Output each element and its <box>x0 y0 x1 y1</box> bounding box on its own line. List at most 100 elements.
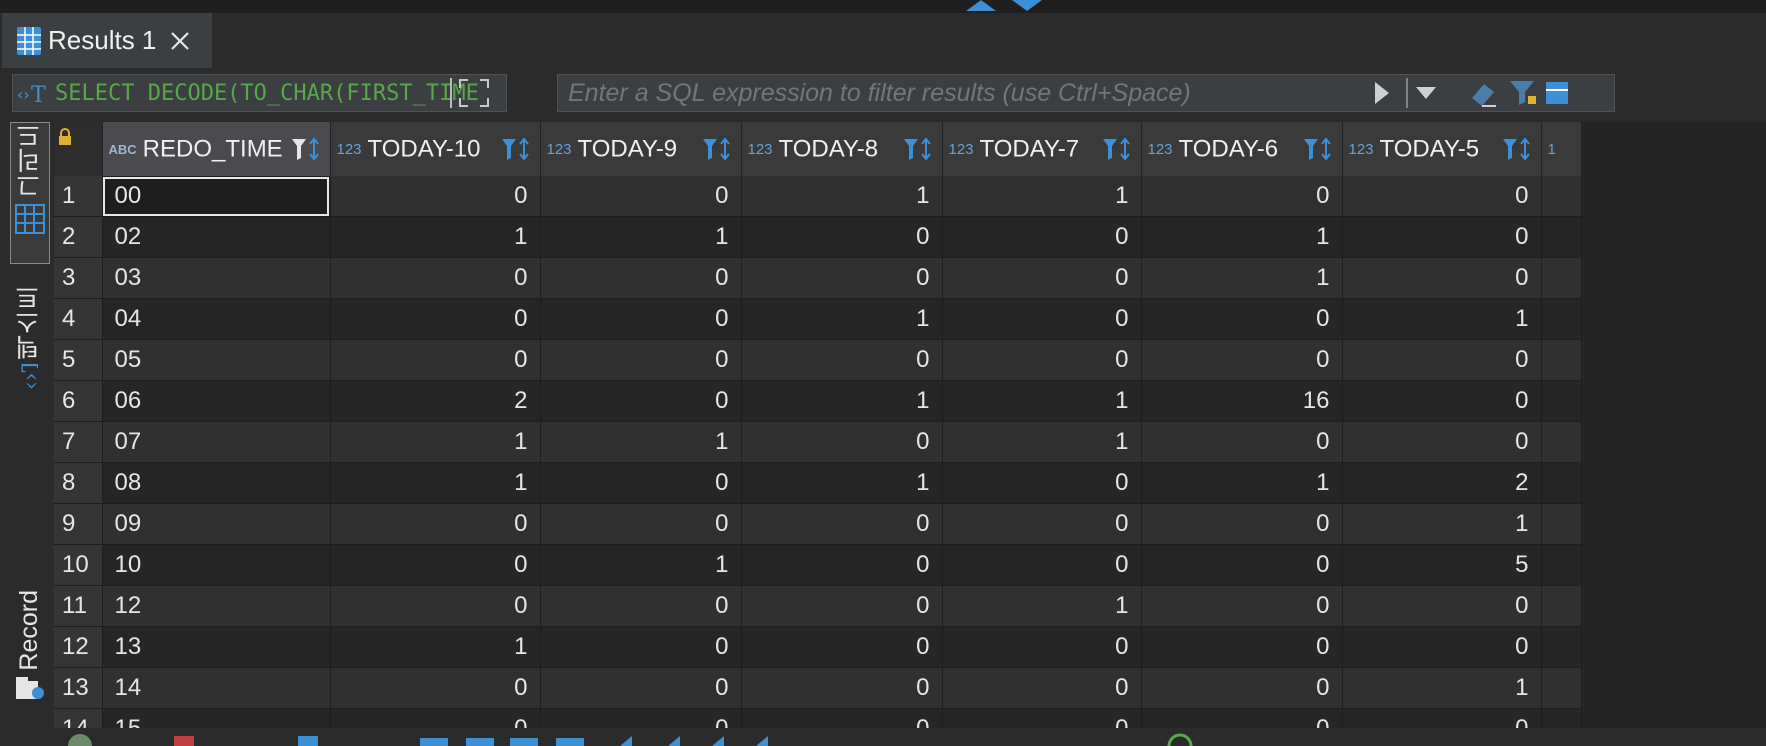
table-cell[interactable]: 0 <box>1342 216 1542 258</box>
table-cell[interactable]: 16 <box>1141 380 1343 422</box>
table-cell[interactable]: 0 <box>1141 176 1343 217</box>
table-cell[interactable]: 0 <box>540 339 742 381</box>
table-cell[interactable]: 0 <box>1342 176 1542 217</box>
column-filter-sort-icons[interactable] <box>1101 136 1133 162</box>
table-cell[interactable]: 0 <box>330 544 541 586</box>
row-number[interactable]: 13 <box>54 667 103 709</box>
prev-page-icon[interactable] <box>466 734 496 746</box>
table-cell[interactable]: 0 <box>540 257 742 299</box>
table-cell[interactable]: 0 <box>942 544 1142 586</box>
cell-redo-time[interactable]: 05 <box>102 339 331 381</box>
column-header[interactable]: 123 TODAY-9 <box>540 122 742 176</box>
table-row[interactable]: 8 08 1 0 1 0 1 2 <box>54 462 1582 504</box>
row-number[interactable]: 2 <box>54 216 103 258</box>
table-cell[interactable]: 0 <box>741 503 943 545</box>
nav-forward-icon[interactable] <box>708 734 738 746</box>
table-cell[interactable]: 0 <box>1141 503 1343 545</box>
row-number[interactable]: 12 <box>54 626 103 668</box>
table-cell[interactable]: 0 <box>540 626 742 668</box>
table-row[interactable]: 10 10 0 1 0 0 0 5 <box>54 544 1582 586</box>
table-cell[interactable]: 2 <box>330 380 541 422</box>
filter-settings-icon[interactable] <box>1508 78 1538 108</box>
table-cell[interactable]: 1 <box>330 216 541 258</box>
table-cell[interactable]: 1 <box>1141 462 1343 504</box>
eraser-icon[interactable] <box>1468 78 1498 108</box>
row-number[interactable]: 8 <box>54 462 103 504</box>
row-number[interactable]: 11 <box>54 585 103 627</box>
row-number[interactable]: 7 <box>54 421 103 463</box>
table-cell[interactable]: 0 <box>330 339 541 381</box>
cell-redo-time[interactable]: 03 <box>102 257 331 299</box>
table-cell[interactable]: 0 <box>330 708 541 728</box>
table-cell[interactable]: 0 <box>942 216 1142 258</box>
table-cell[interactable]: 0 <box>540 585 742 627</box>
table-row[interactable]: 12 13 1 0 0 0 0 0 <box>54 626 1582 668</box>
cell-redo-time[interactable]: 00 <box>102 176 331 217</box>
table-cell[interactable]: 1 <box>942 380 1142 422</box>
next-page-icon[interactable] <box>510 734 540 746</box>
row-number[interactable]: 10 <box>54 544 103 586</box>
row-number[interactable]: 4 <box>54 298 103 340</box>
table-cell[interactable]: 0 <box>942 257 1142 299</box>
column-filter-sort-icons[interactable] <box>290 136 322 162</box>
cell-redo-time[interactable]: 02 <box>102 216 331 258</box>
column-header[interactable]: 123 TODAY-8 <box>741 122 943 176</box>
table-cell[interactable]: 0 <box>330 176 541 217</box>
column-header[interactable]: ABC REDO_TIME <box>102 122 331 176</box>
cell-redo-time[interactable]: 10 <box>102 544 331 586</box>
table-cell[interactable]: 0 <box>942 503 1142 545</box>
column-filter-sort-icons[interactable] <box>701 136 733 162</box>
table-cell[interactable]: 0 <box>330 585 541 627</box>
table-cell[interactable]: 0 <box>741 421 943 463</box>
table-cell[interactable]: 0 <box>330 667 541 709</box>
table-cell[interactable]: 0 <box>741 626 943 668</box>
cell-redo-time[interactable]: 14 <box>102 667 331 709</box>
table-cell[interactable]: 1 <box>540 421 742 463</box>
table-row[interactable]: 5 05 0 0 0 0 0 0 <box>54 339 1582 381</box>
table-cell[interactable]: 0 <box>1141 708 1343 728</box>
table-cell[interactable]: 1 <box>330 421 541 463</box>
table-cell[interactable]: 1 <box>1342 667 1542 709</box>
table-cell[interactable]: 0 <box>942 667 1142 709</box>
table-cell[interactable]: 1 <box>741 298 943 340</box>
table-cell[interactable]: 1 <box>1342 503 1542 545</box>
table-cell[interactable]: 0 <box>741 339 943 381</box>
panels-icon[interactable] <box>1546 78 1568 108</box>
table-cell[interactable]: 0 <box>1141 667 1343 709</box>
table-row[interactable]: 2 02 1 1 0 0 1 0 <box>54 216 1582 258</box>
column-header[interactable]: 123 TODAY-5 <box>1342 122 1542 176</box>
table-cell[interactable]: 0 <box>1342 380 1542 422</box>
table-cell[interactable]: 1 <box>540 216 742 258</box>
column-header[interactable]: 123 TODAY-7 <box>942 122 1142 176</box>
table-cell[interactable]: 0 <box>741 257 943 299</box>
table-cell[interactable]: 0 <box>540 380 742 422</box>
table-row[interactable]: 6 06 2 0 1 1 16 0 <box>54 380 1582 422</box>
close-icon[interactable] <box>170 31 190 51</box>
table-cell[interactable]: 1 <box>942 421 1142 463</box>
column-filter-sort-icons[interactable] <box>1501 136 1533 162</box>
table-row[interactable]: 3 03 0 0 0 0 1 0 <box>54 257 1582 299</box>
table-cell[interactable]: 0 <box>1342 257 1542 299</box>
table-cell[interactable]: 1 <box>1141 216 1343 258</box>
history-dropdown-icon[interactable] <box>1414 84 1438 102</box>
record-view-tab[interactable]: Record <box>10 590 48 736</box>
table-cell[interactable]: 0 <box>1342 585 1542 627</box>
table-row[interactable]: 7 07 1 1 0 1 0 0 <box>54 421 1582 463</box>
table-cell[interactable]: 0 <box>741 585 943 627</box>
table-cell[interactable]: 0 <box>1141 298 1343 340</box>
table-cell[interactable]: 1 <box>540 544 742 586</box>
grid-view-tab[interactable]: 그리드 <box>10 122 50 264</box>
table-cell[interactable]: 0 <box>540 503 742 545</box>
filter-expression-input[interactable] <box>557 74 1615 112</box>
cell-redo-time[interactable]: 12 <box>102 585 331 627</box>
table-cell[interactable]: 0 <box>330 503 541 545</box>
cell-redo-time[interactable]: 06 <box>102 380 331 422</box>
table-row[interactable]: 1 00 0 0 1 1 0 0 <box>54 176 1582 217</box>
first-page-icon[interactable] <box>420 734 450 746</box>
column-header[interactable]: 123 TODAY-6 <box>1141 122 1343 176</box>
table-cell[interactable]: 0 <box>1342 421 1542 463</box>
table-row[interactable]: 4 04 0 0 1 0 0 1 <box>54 298 1582 340</box>
row-number[interactable]: 5 <box>54 339 103 381</box>
column-filter-sort-icons[interactable] <box>500 136 532 162</box>
table-row[interactable]: 9 09 0 0 0 0 0 1 <box>54 503 1582 545</box>
